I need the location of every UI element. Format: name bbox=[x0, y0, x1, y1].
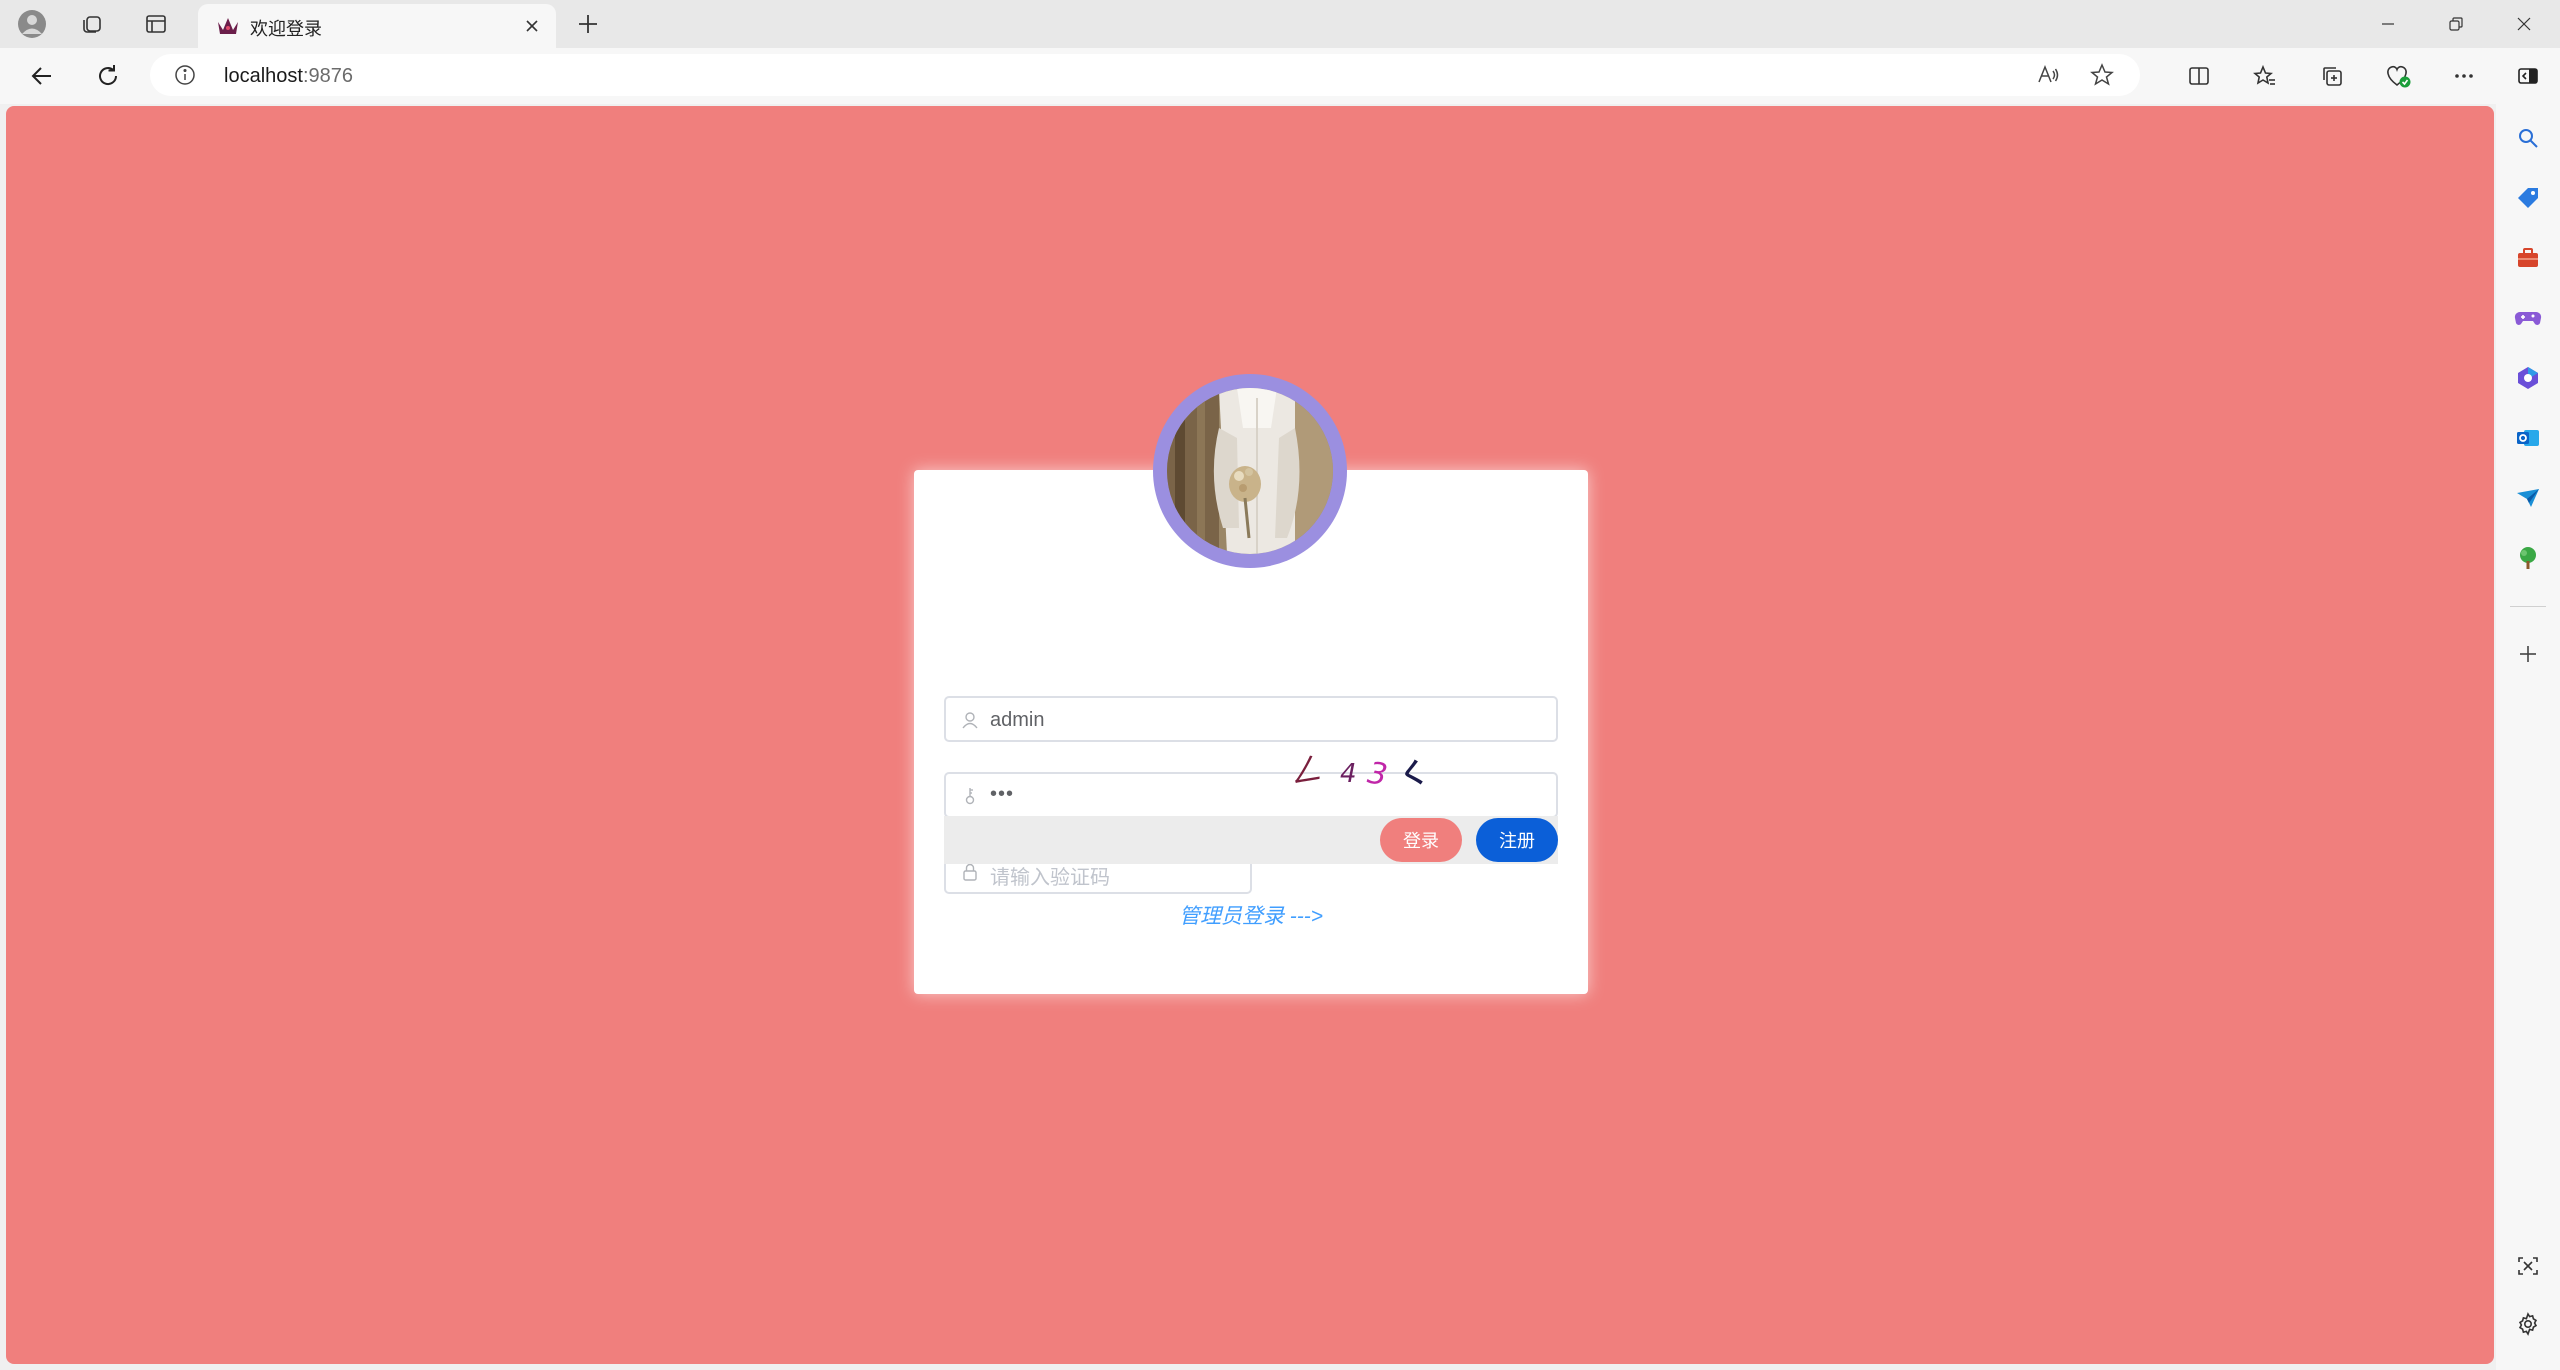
send-paper-plane-icon[interactable] bbox=[2512, 482, 2544, 514]
edge-sidebar bbox=[2496, 104, 2560, 1370]
captcha-image[interactable]: ㄥ 4 3 く bbox=[1284, 748, 1444, 794]
captcha-char-3: 3 bbox=[1365, 756, 1390, 794]
address-bar[interactable]: localhost:9876 bbox=[150, 54, 2140, 96]
favorite-star-icon[interactable] bbox=[2090, 63, 2114, 92]
tab-actions-icon[interactable] bbox=[140, 8, 172, 40]
favorites-list-icon[interactable] bbox=[2249, 60, 2281, 92]
navigation-bar: localhost:9876 bbox=[0, 48, 2560, 104]
lock-icon bbox=[960, 862, 980, 887]
site-info-icon[interactable] bbox=[174, 64, 196, 91]
add-app-icon[interactable] bbox=[2512, 638, 2544, 670]
page-viewport: admin ••• 请输入验证码 ㄥ 4 3 く 登录 注册 管理员登录 ---… bbox=[6, 106, 2494, 1364]
username-value: admin bbox=[990, 709, 1045, 731]
password-value: ••• bbox=[990, 783, 1015, 805]
avatar-photo bbox=[1167, 388, 1333, 554]
screenshot-capture-icon[interactable] bbox=[2512, 1250, 2544, 1282]
captcha-placeholder: 请输入验证码 bbox=[990, 867, 1110, 889]
back-arrow-icon[interactable] bbox=[26, 60, 58, 92]
browser-essentials-icon[interactable] bbox=[2382, 60, 2414, 92]
sidebar-divider bbox=[2510, 606, 2546, 607]
read-aloud-icon[interactable] bbox=[2036, 63, 2060, 92]
tab-bar: 欢迎登录 bbox=[0, 0, 2560, 48]
split-screen-icon[interactable] bbox=[2183, 60, 2215, 92]
key-icon bbox=[960, 786, 980, 811]
crown-favicon-icon bbox=[216, 16, 240, 41]
search-icon[interactable] bbox=[2512, 122, 2544, 154]
profile-icon[interactable] bbox=[16, 8, 48, 40]
settings-gear-icon[interactable] bbox=[2512, 1308, 2544, 1340]
tab-title: 欢迎登录 bbox=[250, 19, 322, 39]
close-tab-icon[interactable] bbox=[520, 14, 544, 38]
button-row: 登录 注册 bbox=[944, 816, 1558, 864]
new-tab-icon[interactable] bbox=[572, 8, 604, 40]
password-field[interactable]: ••• bbox=[944, 772, 1558, 818]
captcha-char-1: ㄥ bbox=[1287, 749, 1324, 791]
tree-icon[interactable] bbox=[2512, 542, 2544, 574]
minimize-icon[interactable] bbox=[2368, 8, 2408, 40]
restore-icon[interactable] bbox=[2436, 8, 2476, 40]
login-button[interactable]: 登录 bbox=[1380, 818, 1462, 862]
active-tab[interactable]: 欢迎登录 bbox=[198, 4, 556, 48]
url-text: localhost:9876 bbox=[224, 65, 353, 87]
avatar bbox=[1153, 374, 1347, 568]
user-icon bbox=[960, 710, 980, 735]
sidebar-toggle-icon[interactable] bbox=[2512, 60, 2544, 92]
microsoft-365-icon[interactable] bbox=[2512, 362, 2544, 394]
outlook-icon[interactable] bbox=[2512, 422, 2544, 454]
collections-icon[interactable] bbox=[2316, 60, 2348, 92]
close-window-icon[interactable] bbox=[2504, 8, 2544, 40]
captcha-char-2: 4 bbox=[1340, 759, 1357, 789]
refresh-icon[interactable] bbox=[92, 60, 124, 92]
games-controller-icon[interactable] bbox=[2512, 302, 2544, 334]
register-button[interactable]: 注册 bbox=[1476, 818, 1558, 862]
captcha-char-4: く bbox=[1397, 755, 1431, 793]
more-options-icon[interactable] bbox=[2448, 60, 2480, 92]
username-field[interactable]: admin bbox=[944, 696, 1558, 742]
shopping-tag-icon[interactable] bbox=[2512, 182, 2544, 214]
admin-login-link[interactable]: 管理员登录 ---> bbox=[914, 900, 1588, 930]
tools-briefcase-icon[interactable] bbox=[2512, 242, 2544, 274]
workspaces-icon[interactable] bbox=[76, 8, 108, 40]
